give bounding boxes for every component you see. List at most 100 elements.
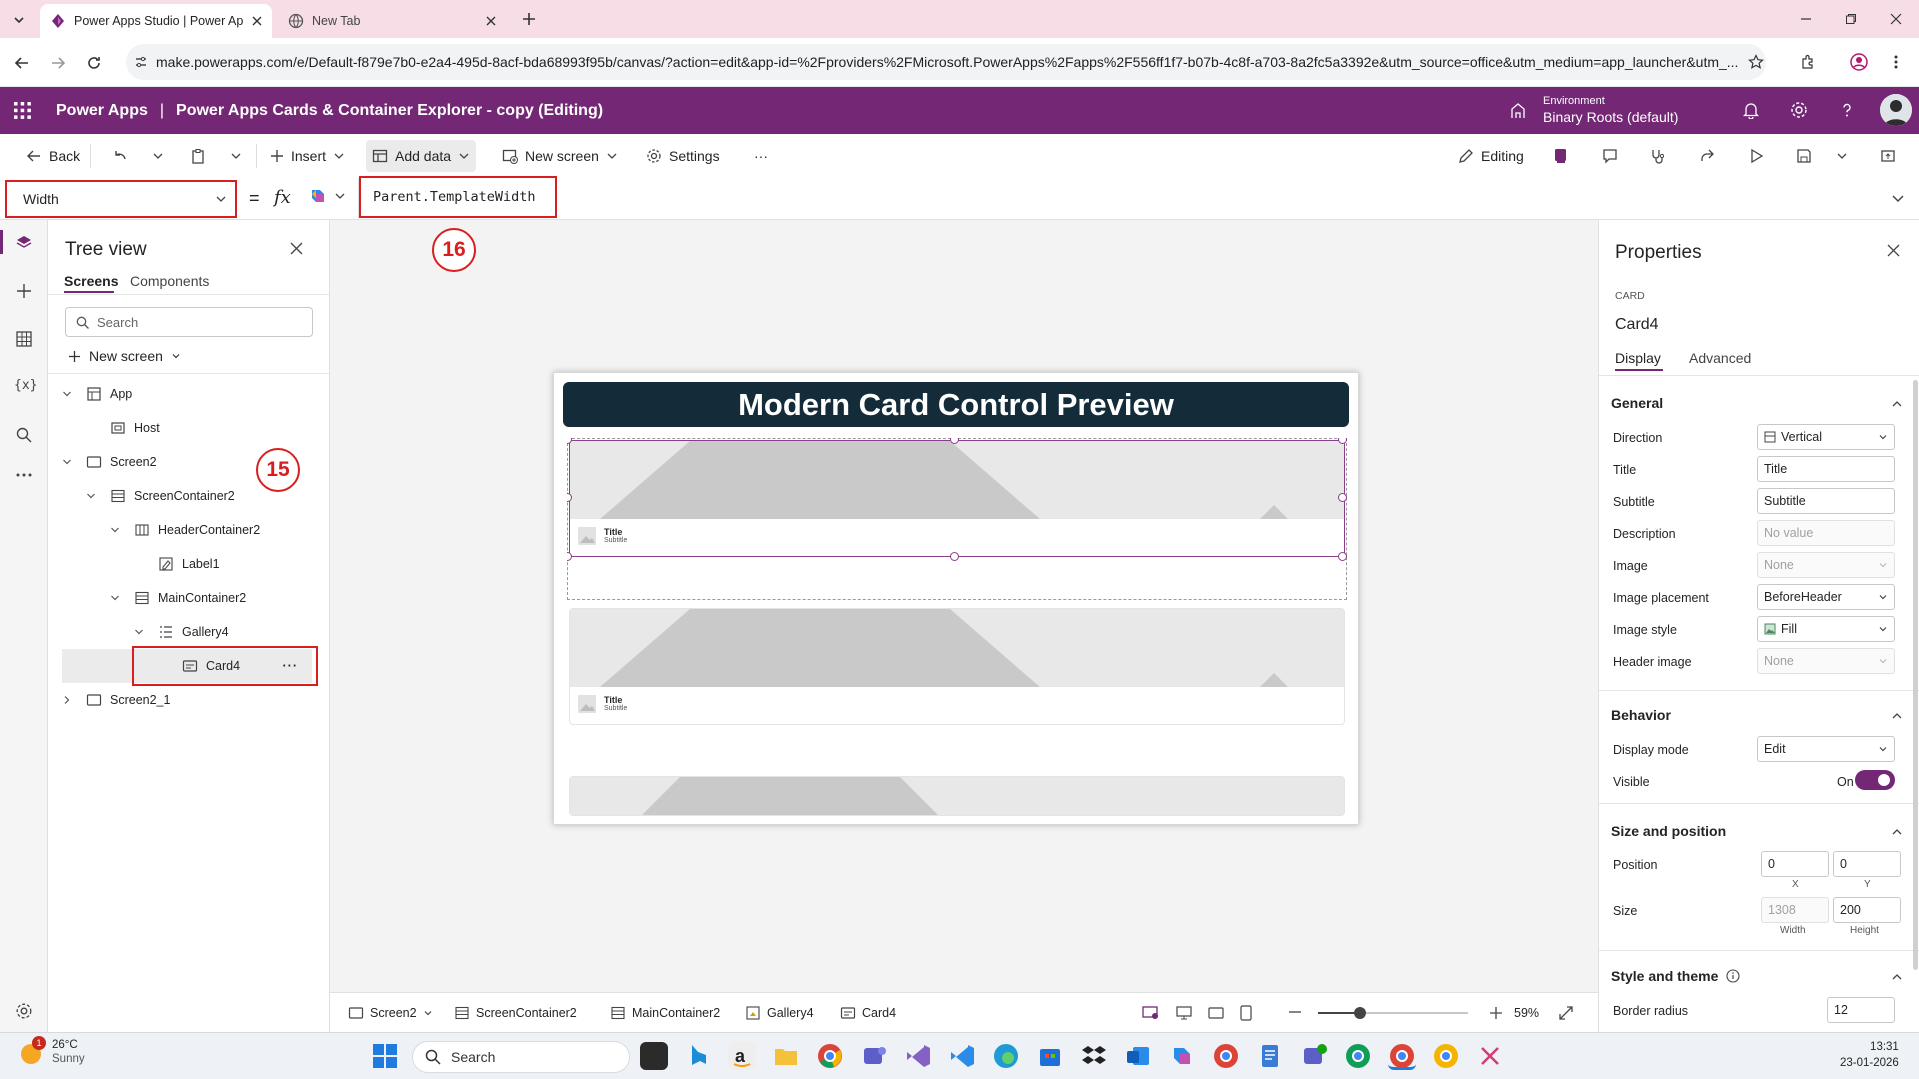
browser-menu-button[interactable] — [1893, 54, 1899, 70]
taskbar-search[interactable]: Search — [412, 1041, 630, 1073]
bing-icon[interactable] — [684, 1042, 712, 1070]
resize-handle[interactable] — [1338, 493, 1347, 502]
tree-item-host[interactable]: Host — [48, 411, 330, 445]
crumb-screencontainer2[interactable]: ScreenContainer2 — [454, 993, 577, 1033]
crumb-maincontainer2[interactable]: MainContainer2 — [610, 993, 720, 1033]
preview-button[interactable] — [1742, 140, 1770, 172]
start-button[interactable] — [372, 1043, 398, 1069]
chrome-active-icon[interactable] — [1388, 1042, 1416, 1070]
zoom-out-button[interactable] — [1288, 1005, 1302, 1019]
chrome-other-icon[interactable] — [1432, 1042, 1460, 1070]
rail-search[interactable] — [15, 426, 33, 444]
desktop-view-button[interactable] — [1176, 1005, 1192, 1021]
crumb-card4[interactable]: Card4 — [840, 993, 896, 1033]
image-style-select[interactable]: Fill — [1757, 616, 1895, 642]
chrome-app-icon[interactable] — [1344, 1042, 1372, 1070]
task-view-icon[interactable] — [640, 1042, 668, 1070]
dropbox-icon[interactable] — [1080, 1042, 1108, 1070]
expand-formula-button[interactable] — [1891, 191, 1905, 205]
subtitle-input[interactable]: Subtitle — [1757, 488, 1895, 514]
rail-more[interactable] — [15, 472, 33, 478]
collapse-general-button[interactable] — [1891, 398, 1903, 410]
chevron-down-icon[interactable] — [86, 491, 96, 501]
tree-item-app[interactable]: App — [48, 377, 330, 411]
minimize-button[interactable] — [1800, 13, 1812, 25]
settings-gear-button[interactable] — [1790, 101, 1808, 119]
outlook-icon[interactable] — [1124, 1042, 1152, 1070]
paste-button[interactable] — [184, 140, 212, 172]
amazon-icon[interactable]: a — [728, 1042, 756, 1070]
editing-button[interactable]: Editing — [1452, 140, 1530, 172]
close-tab-icon[interactable] — [486, 16, 496, 26]
gallery[interactable]: Title Subtitle Title Subtitle — [567, 438, 1347, 820]
control-name[interactable]: Card4 — [1615, 316, 1659, 334]
tree-item-headercontainer2[interactable]: HeaderContainer2 — [48, 513, 330, 547]
tab-display[interactable]: Display — [1615, 350, 1661, 366]
phone-view-button[interactable] — [1240, 1005, 1252, 1021]
title-input[interactable]: Title — [1757, 456, 1895, 482]
zoom-in-button[interactable] — [1489, 1006, 1503, 1020]
banner-label[interactable]: Modern Card Control Preview — [563, 382, 1349, 427]
position-y-input[interactable]: 0 — [1833, 851, 1901, 877]
collapse-size-button[interactable] — [1891, 826, 1903, 838]
zoom-slider-thumb[interactable] — [1354, 1007, 1366, 1019]
copilot-button[interactable] — [1644, 140, 1672, 172]
new-tab-button[interactable] — [522, 12, 536, 26]
profile-button[interactable] — [1850, 53, 1868, 71]
app-checker-button[interactable] — [1546, 140, 1576, 172]
formula-text[interactable]: Parent.TemplateWidth — [359, 176, 557, 218]
restore-button[interactable] — [1845, 13, 1857, 25]
rail-insert[interactable] — [15, 282, 33, 300]
copilot-formula-button[interactable] — [308, 186, 346, 206]
display-mode-select[interactable]: Edit — [1757, 736, 1895, 762]
environment-picker[interactable]: Environment Binary Roots (default) — [1543, 94, 1678, 126]
chevron-down-icon[interactable] — [62, 389, 72, 399]
close-properties-button[interactable] — [1887, 244, 1900, 257]
device-preview-button[interactable] — [1142, 1005, 1160, 1021]
height-input[interactable]: 200 — [1833, 897, 1901, 923]
tab-components[interactable]: Components — [130, 273, 209, 289]
tab-list-button[interactable] — [8, 9, 30, 31]
reload-button[interactable] — [86, 55, 102, 71]
forward-nav-button[interactable] — [50, 55, 66, 71]
rail-tree-view[interactable] — [15, 234, 33, 252]
chrome-profile-icon[interactable] — [1212, 1042, 1240, 1070]
weather-widget[interactable]: 1 26°C Sunny — [18, 1035, 85, 1067]
visual-studio-icon[interactable] — [904, 1042, 932, 1070]
resize-handle[interactable] — [950, 552, 959, 561]
vscode-icon[interactable] — [948, 1042, 976, 1070]
store-icon[interactable] — [1036, 1042, 1064, 1070]
browser-tab-powerapps[interactable]: Power Apps Studio | Power Ap — [40, 4, 272, 38]
more-commands-button[interactable]: ··· — [748, 140, 774, 172]
back-nav-button[interactable] — [14, 55, 30, 71]
chrome-icon[interactable] — [816, 1042, 844, 1070]
gallery-card-2[interactable]: Title Subtitle — [569, 608, 1345, 725]
tree-item-label1[interactable]: Label1 — [48, 547, 330, 581]
properties-scrollbar[interactable] — [1913, 380, 1918, 970]
tree-item-gallery4[interactable]: Gallery4 — [48, 615, 330, 649]
bookmark-button[interactable] — [1748, 54, 1764, 70]
tab-screens[interactable]: Screens — [64, 273, 118, 289]
undo-dropdown[interactable] — [146, 140, 170, 172]
tree-new-screen-button[interactable]: New screen — [68, 348, 181, 364]
tree-search-input[interactable]: Search — [65, 307, 313, 337]
zoom-slider[interactable] — [1318, 1007, 1468, 1019]
tab-advanced[interactable]: Advanced — [1689, 350, 1751, 366]
notepad-icon[interactable] — [1256, 1042, 1284, 1070]
border-radius-input[interactable]: 12 — [1827, 997, 1895, 1023]
rail-settings[interactable] — [15, 1002, 33, 1020]
collapse-behavior-button[interactable] — [1891, 710, 1903, 722]
browser-tab-newtab[interactable]: New Tab — [278, 4, 506, 38]
tree-item-screen2-1[interactable]: Screen2_1 — [48, 683, 330, 717]
notifications-button[interactable] — [1742, 101, 1760, 119]
resize-handle[interactable] — [1338, 552, 1347, 561]
save-button[interactable] — [1790, 140, 1818, 172]
close-tab-icon[interactable] — [252, 16, 262, 26]
close-tree-view-button[interactable] — [290, 242, 303, 255]
user-avatar[interactable] — [1880, 94, 1912, 126]
snipping-tool-icon[interactable] — [1476, 1042, 1504, 1070]
insert-button[interactable]: Insert — [264, 140, 351, 172]
crumb-screen2[interactable]: Screen2 — [348, 993, 433, 1033]
tablet-view-button[interactable] — [1208, 1005, 1224, 1021]
fit-to-window-button[interactable] — [1558, 1005, 1574, 1021]
